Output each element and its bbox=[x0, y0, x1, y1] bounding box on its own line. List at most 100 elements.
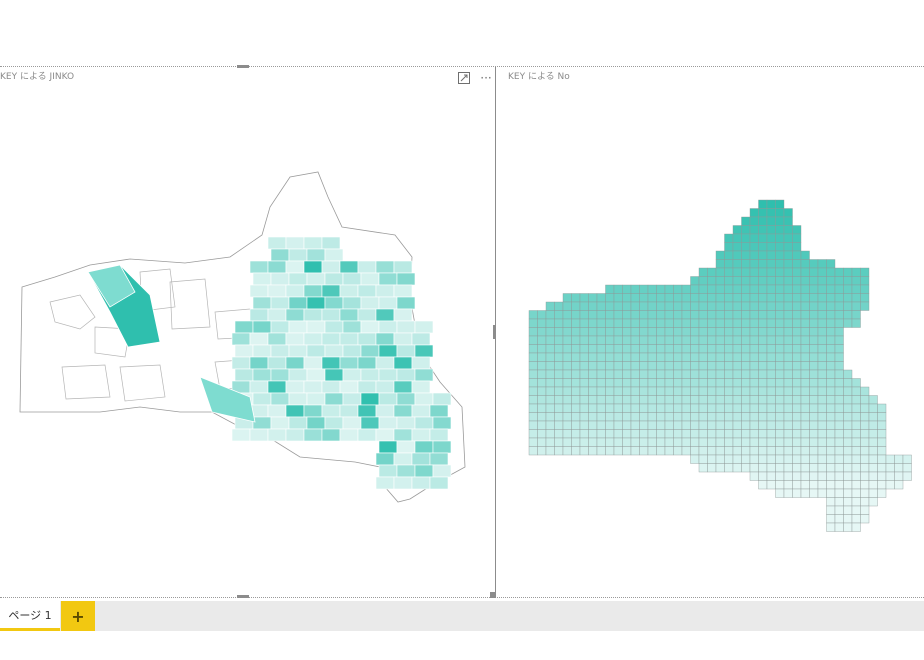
grid-cell bbox=[758, 250, 768, 260]
grid-cell bbox=[664, 335, 674, 345]
grid-cell bbox=[639, 293, 649, 303]
resize-handle-corner[interactable] bbox=[490, 592, 496, 598]
grid-cell bbox=[792, 301, 802, 311]
grid-cell bbox=[690, 446, 700, 456]
district-cell bbox=[357, 404, 377, 418]
visual-jinko-map[interactable]: KEY による JINKO ··· bbox=[0, 65, 496, 598]
grid-cell bbox=[588, 293, 598, 303]
grid-cell bbox=[605, 327, 615, 337]
grid-cell bbox=[749, 369, 759, 379]
grid-cell bbox=[826, 344, 836, 354]
grid-cell bbox=[545, 420, 555, 430]
grid-cell bbox=[868, 480, 878, 490]
grid-cell bbox=[690, 361, 700, 371]
grid-cell bbox=[681, 293, 691, 303]
grid-cell bbox=[571, 293, 581, 303]
grid-cell bbox=[537, 420, 547, 430]
grid-cell bbox=[843, 293, 853, 303]
grid-cell bbox=[732, 301, 742, 311]
district-cell bbox=[432, 392, 452, 406]
grid-cell bbox=[860, 293, 870, 303]
grid-cell bbox=[698, 318, 708, 328]
grid-cell bbox=[758, 344, 768, 354]
grid-cell bbox=[783, 480, 793, 490]
grid-cell bbox=[724, 276, 734, 286]
resize-handle-bottom[interactable] bbox=[237, 595, 249, 598]
grid-cell bbox=[690, 318, 700, 328]
grid-cell bbox=[639, 352, 649, 362]
grid-cell bbox=[588, 301, 598, 311]
grid-cell bbox=[596, 395, 606, 405]
grid-cell bbox=[528, 318, 538, 328]
grid-cell bbox=[613, 344, 623, 354]
grid-cell bbox=[681, 352, 691, 362]
district-cell bbox=[270, 416, 290, 430]
grid-cell bbox=[732, 437, 742, 447]
grid-cell bbox=[673, 284, 683, 294]
grid-cell bbox=[868, 488, 878, 498]
district-cell bbox=[378, 392, 398, 406]
grid-cell bbox=[562, 293, 572, 303]
grid-cell bbox=[851, 301, 861, 311]
grid-cell bbox=[656, 378, 666, 388]
grid-cell bbox=[664, 327, 674, 337]
grid-cell bbox=[596, 352, 606, 362]
choropleth-map-jinko[interactable] bbox=[0, 67, 495, 597]
grid-cell bbox=[596, 420, 606, 430]
grid-cell bbox=[775, 250, 785, 260]
grid-cell bbox=[656, 420, 666, 430]
grid-cell bbox=[809, 471, 819, 481]
grid-cell bbox=[715, 267, 725, 277]
district-cell bbox=[375, 332, 395, 346]
district-cell bbox=[321, 380, 341, 394]
grid-cell bbox=[851, 522, 861, 532]
grid-cell bbox=[588, 310, 598, 320]
district-cell bbox=[396, 344, 416, 358]
district-cell bbox=[270, 320, 290, 334]
grid-cell bbox=[894, 454, 904, 464]
grid-cell bbox=[690, 335, 700, 345]
grid-cell bbox=[783, 386, 793, 396]
grid-cell bbox=[843, 454, 853, 464]
resize-handle-right[interactable] bbox=[493, 325, 496, 339]
grid-cell bbox=[732, 395, 742, 405]
grid-map-no[interactable] bbox=[497, 67, 924, 597]
grid-cell bbox=[775, 369, 785, 379]
grid-cell bbox=[792, 369, 802, 379]
tab-page-1[interactable]: ページ 1 bbox=[0, 601, 60, 631]
grid-cell bbox=[775, 352, 785, 362]
district-cell bbox=[360, 392, 380, 406]
grid-cell bbox=[766, 242, 776, 252]
grid-cell bbox=[537, 361, 547, 371]
grid-cell bbox=[792, 259, 802, 269]
district-cell bbox=[285, 356, 305, 370]
grid-cell bbox=[766, 293, 776, 303]
grid-cell bbox=[732, 386, 742, 396]
district-cell bbox=[306, 248, 326, 262]
district-cell bbox=[267, 332, 287, 346]
grid-cell bbox=[792, 412, 802, 422]
grid-cell bbox=[826, 318, 836, 328]
grid-cell bbox=[698, 352, 708, 362]
grid-cell bbox=[596, 301, 606, 311]
grid-cell bbox=[707, 437, 717, 447]
grid-cell bbox=[851, 497, 861, 507]
visual-no-map[interactable]: KEY による No bbox=[497, 67, 924, 597]
grid-cell bbox=[809, 454, 819, 464]
grid-cell bbox=[630, 293, 640, 303]
grid-cell bbox=[834, 463, 844, 473]
grid-cell bbox=[698, 429, 708, 439]
grid-cell bbox=[741, 412, 751, 422]
grid-cell bbox=[673, 446, 683, 456]
resize-handle-top[interactable] bbox=[237, 65, 249, 68]
grid-cell bbox=[851, 505, 861, 515]
district-cell bbox=[267, 404, 287, 418]
district-cell bbox=[414, 464, 434, 478]
grid-cell bbox=[732, 267, 742, 277]
grid-cell bbox=[537, 378, 547, 388]
grid-cell bbox=[562, 429, 572, 439]
grid-cell bbox=[715, 412, 725, 422]
grid-cell bbox=[741, 327, 751, 337]
grid-cell bbox=[749, 301, 759, 311]
add-page-button[interactable]: + bbox=[61, 601, 95, 631]
